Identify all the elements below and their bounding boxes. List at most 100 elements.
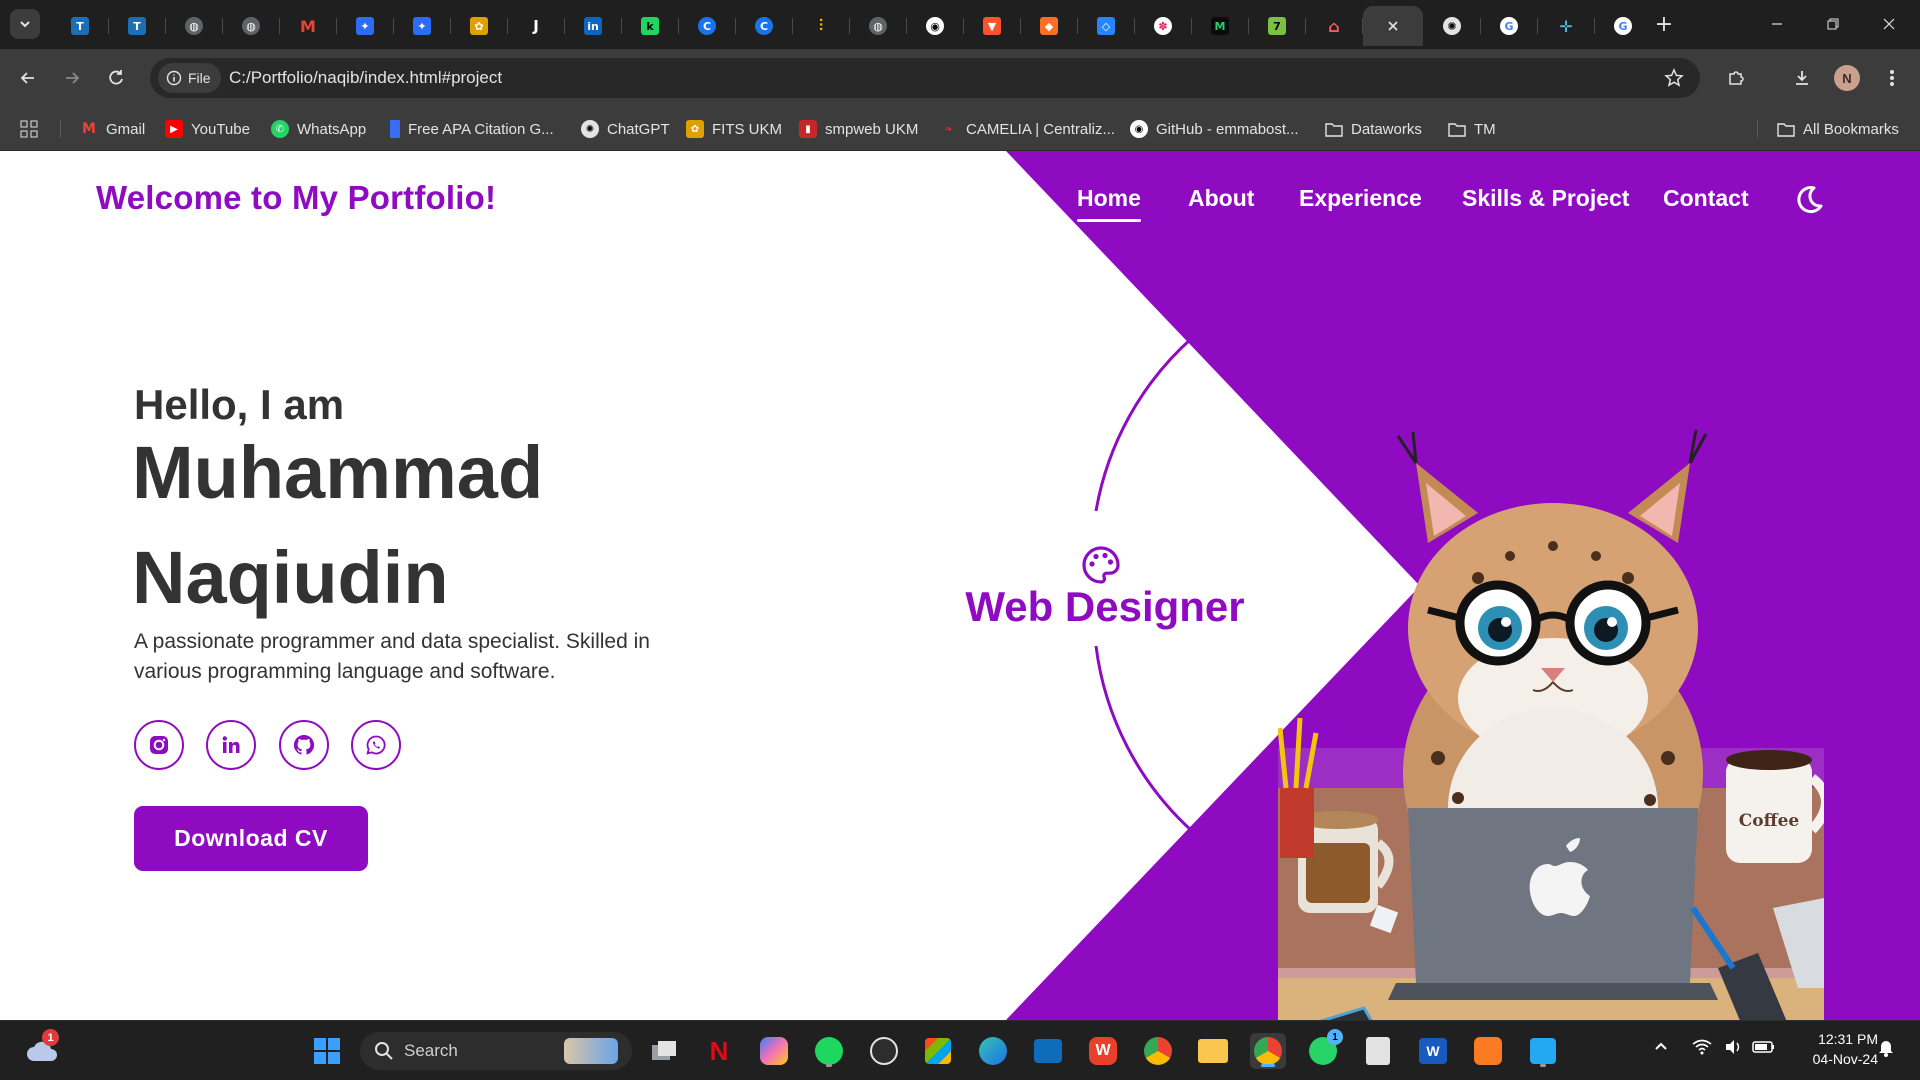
tab[interactable]: ◉: [907, 6, 964, 46]
tab[interactable]: k: [622, 6, 679, 46]
close-icon[interactable]: [1386, 19, 1400, 33]
bookmark-gmail[interactable]: M Gmail: [80, 118, 145, 140]
taskbar-clock[interactable]: 12:31 PM 04-Nov-24: [1788, 1029, 1878, 1069]
minimize-button[interactable]: [1754, 8, 1800, 40]
all-bookmarks-button[interactable]: All Bookmarks: [1777, 118, 1899, 140]
task-view-button[interactable]: [646, 1033, 682, 1069]
netflix-app[interactable]: N: [701, 1033, 737, 1069]
tab[interactable]: ✛: [1538, 6, 1595, 46]
tab[interactable]: C: [679, 6, 736, 46]
chevron-up-icon: [1655, 1042, 1667, 1050]
battery-button[interactable]: [1752, 1039, 1776, 1058]
bookmark-github[interactable]: ◉ GitHub - emmabost...: [1130, 118, 1299, 140]
netflix-icon: N: [709, 1035, 729, 1066]
chrome-app[interactable]: [1140, 1033, 1176, 1069]
apps-button[interactable]: [20, 118, 38, 140]
site-info-chip[interactable]: File: [158, 63, 221, 93]
bookmark-folder-tm[interactable]: TM: [1448, 118, 1496, 140]
linkedin-link[interactable]: [206, 720, 256, 770]
whatsapp-app[interactable]: 1: [1305, 1029, 1343, 1069]
bookmark-camelia[interactable]: ❧ CAMELIA | Centraliz...: [940, 118, 1115, 140]
reload-button[interactable]: [100, 62, 132, 94]
chrome-profile-app-active[interactable]: [1250, 1033, 1286, 1069]
network-button[interactable]: [1692, 1039, 1712, 1058]
tab[interactable]: ◍: [223, 6, 280, 46]
whatsapp-link[interactable]: [351, 720, 401, 770]
tab-active[interactable]: [1363, 6, 1423, 46]
tab[interactable]: ✽: [1135, 6, 1192, 46]
bookmark-apa-citation[interactable]: Free APA Citation G...: [390, 118, 554, 140]
bookmark-chatgpt[interactable]: ✺ ChatGPT: [581, 118, 670, 140]
tab[interactable]: ◍: [166, 6, 223, 46]
tab-search-button[interactable]: [10, 9, 40, 39]
bookmark-folder-dataworks[interactable]: Dataworks: [1325, 118, 1422, 140]
new-tab-button[interactable]: +: [1650, 10, 1678, 38]
downloads-button[interactable]: [1786, 62, 1818, 94]
nav-skills-project[interactable]: Skills & Project: [1462, 185, 1629, 212]
nav-home[interactable]: Home: [1077, 185, 1141, 222]
tab[interactable]: 7: [1249, 6, 1306, 46]
profile-avatar[interactable]: N: [1834, 65, 1860, 91]
tab[interactable]: T: [52, 6, 109, 46]
nav-contact[interactable]: Contact: [1663, 185, 1749, 212]
obs-app[interactable]: [866, 1033, 902, 1069]
star-icon[interactable]: [1664, 68, 1684, 88]
tab[interactable]: ◆: [1021, 6, 1078, 46]
tab[interactable]: C: [736, 6, 793, 46]
tab[interactable]: ◍: [850, 6, 907, 46]
site-title[interactable]: Welcome to My Portfolio!: [96, 179, 496, 217]
tray-overflow-button[interactable]: [1654, 1039, 1668, 1056]
address-bar[interactable]: File C:/Portfolio/naqib/index.html#proje…: [150, 58, 1700, 98]
edge-app[interactable]: [975, 1033, 1011, 1069]
snipping-tool-app[interactable]: [1360, 1033, 1396, 1069]
download-cv-button[interactable]: Download CV: [134, 806, 368, 871]
tab[interactable]: ✺: [1424, 6, 1481, 46]
browser-menu-button[interactable]: [1876, 62, 1908, 94]
tab[interactable]: G: [1481, 6, 1538, 46]
taskbar-search[interactable]: Search: [360, 1032, 632, 1070]
nav-about[interactable]: About: [1188, 185, 1254, 212]
spotify-app[interactable]: [811, 1033, 847, 1069]
tab[interactable]: ✿: [451, 6, 508, 46]
tab[interactable]: ✦: [337, 6, 394, 46]
vscode-app[interactable]: [1525, 1033, 1561, 1069]
volume-button[interactable]: [1724, 1039, 1744, 1058]
copilot-app[interactable]: [756, 1033, 792, 1069]
outlook-app[interactable]: [1030, 1033, 1066, 1069]
url-text[interactable]: C:/Portfolio/naqib/index.html#project: [229, 68, 502, 88]
github-link[interactable]: [279, 720, 329, 770]
wps-app[interactable]: W: [1085, 1033, 1121, 1069]
tab[interactable]: J: [508, 6, 565, 46]
moon-icon[interactable]: [1792, 183, 1826, 217]
bookmark-smpweb-ukm[interactable]: ▮ smpweb UKM: [799, 118, 918, 140]
tab[interactable]: M: [1192, 6, 1249, 46]
word-app[interactable]: W: [1415, 1033, 1451, 1069]
tab-favicon-icon: T: [71, 17, 89, 35]
close-window-button[interactable]: [1866, 8, 1912, 40]
instagram-link[interactable]: [134, 720, 184, 770]
back-button[interactable]: [12, 62, 44, 94]
tab[interactable]: T: [109, 6, 166, 46]
bookmark-youtube[interactable]: ▶ YouTube: [165, 118, 250, 140]
weather-widget[interactable]: 1: [22, 1029, 62, 1069]
extensions-button[interactable]: [1720, 62, 1752, 94]
tab[interactable]: ⫶: [793, 6, 850, 46]
tab[interactable]: ✦: [394, 6, 451, 46]
microsoft-store-app[interactable]: [920, 1033, 956, 1069]
tab[interactable]: ◇: [1078, 6, 1135, 46]
bookmark-fits-ukm[interactable]: ✿ FITS UKM: [686, 118, 782, 140]
tab[interactable]: G: [1595, 6, 1651, 46]
tab[interactable]: ▼: [964, 6, 1021, 46]
start-button[interactable]: [309, 1033, 345, 1069]
file-explorer-app[interactable]: [1195, 1033, 1231, 1069]
whatsapp-badge: 1: [1327, 1029, 1343, 1045]
restore-button[interactable]: [1810, 8, 1856, 40]
forward-button[interactable]: [56, 62, 88, 94]
xampp-app[interactable]: [1470, 1033, 1506, 1069]
tab[interactable]: M: [280, 6, 337, 46]
tab[interactable]: ⌂: [1306, 6, 1363, 46]
bookmark-whatsapp[interactable]: ✆ WhatsApp: [271, 118, 366, 140]
nav-experience[interactable]: Experience: [1299, 185, 1422, 212]
notifications-button[interactable]: [1878, 1039, 1894, 1060]
tab[interactable]: in: [565, 6, 622, 46]
